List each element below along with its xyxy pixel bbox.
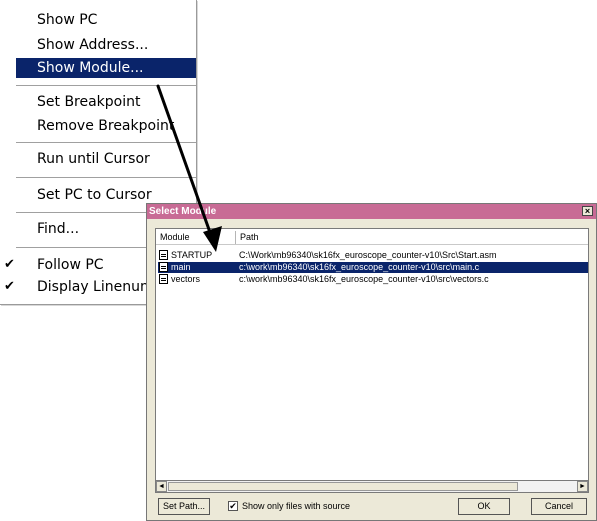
menu-item-remove-breakpoint[interactable]: Remove Breakpoint xyxy=(18,116,192,136)
row-module: STARTUP xyxy=(171,250,213,260)
row-module: main xyxy=(171,262,191,272)
menu-item-show-module[interactable]: Show Module... xyxy=(16,58,196,78)
scroll-left-icon[interactable]: ◄ xyxy=(156,481,167,492)
menu-item-show-pc[interactable]: Show PC xyxy=(18,10,192,30)
column-header-path[interactable]: Path xyxy=(236,231,588,244)
ok-button[interactable]: OK xyxy=(458,498,510,515)
row-path: c:\work\mb96340\sk16fx_euroscope_counter… xyxy=(239,262,480,272)
show-only-source-label: Show only files with source xyxy=(242,501,351,511)
select-module-dialog: Select Module × Module Path STARTUP C:\W… xyxy=(146,203,597,521)
dialog-title-bar: Select Module × xyxy=(147,204,596,219)
row-path: c:\work\mb96340\sk16fx_euroscope_counter… xyxy=(239,274,489,284)
list-header: Module Path xyxy=(156,231,588,245)
row-path: C:\Work\mb96340\sk16fx_euroscope_counter… xyxy=(239,250,497,260)
show-only-source-checkbox[interactable]: ✔ xyxy=(228,501,238,511)
checkmark-icon: ✔ xyxy=(4,279,15,294)
menu-separator xyxy=(16,142,196,144)
horizontal-scrollbar[interactable]: ◄ ► xyxy=(155,480,589,493)
file-icon xyxy=(159,250,168,260)
list-row[interactable]: STARTUP C:\Work\mb96340\sk16fx_euroscope… xyxy=(158,250,588,261)
list-row[interactable]: vectors c:\work\mb96340\sk16fx_euroscope… xyxy=(158,274,588,285)
checkmark-icon: ✔ xyxy=(4,257,15,272)
menu-item-show-address[interactable]: Show Address... xyxy=(18,35,192,55)
menu-item-run-until-cursor[interactable]: Run until Cursor xyxy=(18,149,192,169)
menu-item-set-pc-to-cursor[interactable]: Set PC to Cursor xyxy=(18,185,192,205)
menu-item-label: Follow PC xyxy=(37,257,104,273)
column-header-module[interactable]: Module xyxy=(156,231,236,244)
file-icon xyxy=(159,274,168,284)
row-module: vectors xyxy=(171,274,201,284)
module-list[interactable]: Module Path STARTUP C:\Work\mb96340\sk16… xyxy=(155,228,589,493)
menu-separator xyxy=(16,85,196,87)
dialog-title: Select Module xyxy=(149,206,217,217)
menu-item-set-breakpoint[interactable]: Set Breakpoint xyxy=(18,92,192,112)
scroll-right-icon[interactable]: ► xyxy=(577,481,588,492)
set-path-button[interactable]: Set Path... xyxy=(158,498,210,515)
scrollbar-thumb[interactable] xyxy=(168,482,518,491)
list-row-selected[interactable]: main c:\work\mb96340\sk16fx_euroscope_co… xyxy=(158,262,588,273)
cancel-button[interactable]: Cancel xyxy=(531,498,587,515)
menu-separator xyxy=(16,177,196,179)
close-icon[interactable]: × xyxy=(582,206,593,216)
file-icon xyxy=(159,262,168,272)
